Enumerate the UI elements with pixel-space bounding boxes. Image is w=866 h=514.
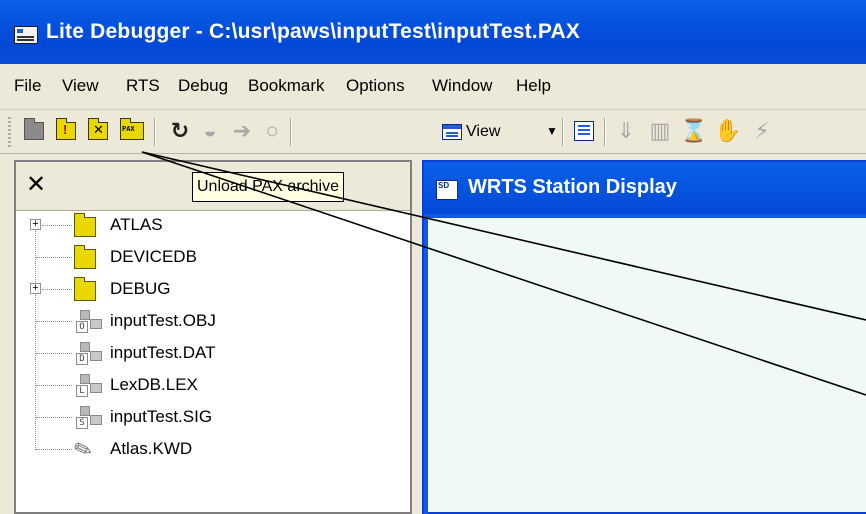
tree-item-label: DEBUG [110, 279, 171, 298]
pax-archive-button[interactable]: PAX [118, 116, 146, 146]
tree-item-atlas-kwd[interactable]: ✎ Atlas.KWD [16, 434, 410, 464]
tree-item-label: inputTest.DAT [110, 343, 216, 362]
tree-item-inputtest-sig[interactable]: S inputTest.SIG [16, 402, 410, 432]
menu-bar: File View RTS Debug Bookmark Options Win… [0, 64, 866, 110]
hourglass-button[interactable]: ⌛ [680, 116, 708, 146]
tree-item-label: ATLAS [110, 215, 163, 234]
lexicon-file-icon: L [74, 373, 102, 397]
view-dropdown-label: View [466, 123, 501, 140]
folder-x-icon: ✕ [88, 118, 108, 140]
station-display-icon [436, 180, 458, 200]
folder-icon [24, 118, 44, 140]
close-icon[interactable]: ✕ [26, 170, 46, 199]
sort-down-icon: ⇓ [616, 118, 636, 143]
hand-icon: ✋ [714, 118, 742, 143]
toolbar-separator [290, 118, 291, 146]
bell-icon: ◒ [203, 118, 217, 143]
data-file-icon: D [74, 341, 102, 365]
list-icon [574, 121, 594, 141]
folder-icon [74, 245, 96, 269]
sort-columns-button[interactable]: ▥ [646, 116, 674, 146]
reload-icon: ↻ [170, 118, 190, 143]
menu-bookmark[interactable]: Bookmark [248, 76, 325, 96]
tree-item-inputtest-obj[interactable]: O inputTest.OBJ [16, 306, 410, 336]
toolbar-grip[interactable] [8, 117, 11, 147]
menu-rts[interactable]: RTS [126, 76, 160, 96]
expand-icon[interactable]: + [30, 283, 41, 294]
run-button[interactable]: ◒ [196, 116, 224, 146]
object-file-icon: O [74, 309, 102, 333]
menu-view[interactable]: View [62, 76, 99, 96]
lightning-icon: ⚡ [754, 118, 770, 143]
step-arrow-icon: ➔ [232, 118, 252, 143]
open-archive-button[interactable] [20, 116, 48, 146]
chevron-down-icon[interactable]: ▼ [546, 124, 558, 138]
view-dropdown-button[interactable]: View [442, 118, 500, 146]
app-icon [14, 26, 38, 44]
expand-icon[interactable]: + [30, 219, 41, 230]
menu-debug[interactable]: Debug [178, 76, 228, 96]
step-button[interactable]: ➔ [228, 116, 256, 146]
toolbar-separator [562, 118, 563, 146]
window-border [424, 218, 428, 514]
toolbar: ! ✕ PAX ↻ ◒ ➔ ○ View ▼ ⇓ ▥ ⌛ ✋ ⚡ [0, 110, 866, 154]
restart-icon: ○ [265, 118, 279, 143]
menu-options[interactable]: Options [346, 76, 405, 96]
window-title: Lite Debugger - C:\usr\paws\inputTest\in… [46, 20, 581, 43]
sort-down-button[interactable]: ⇓ [612, 116, 640, 146]
signal-file-icon: S [74, 405, 102, 429]
menu-window[interactable]: Window [432, 76, 492, 96]
project-tree-pane: ✕ Unload PAX archive + ATLAS DEVICEDB + … [14, 160, 412, 514]
folder-info-icon: ! [56, 118, 76, 140]
columns-icon: ▥ [649, 118, 671, 143]
tree-item-label: inputTest.SIG [110, 407, 213, 426]
tree-item-lexdb-lex[interactable]: L LexDB.LEX [16, 370, 410, 400]
tree-item-inputtest-dat[interactable]: D inputTest.DAT [16, 338, 410, 368]
menu-help[interactable]: Help [516, 76, 551, 96]
station-display-title: WRTS Station Display [468, 176, 677, 198]
tree-pane-header: ✕ Unload PAX archive [16, 162, 410, 211]
brush-icon: ✎ [70, 434, 96, 465]
tree-item-label: LexDB.LEX [110, 375, 198, 394]
hand-button[interactable]: ✋ [714, 116, 742, 146]
tree-item-debug[interactable]: + DEBUG [16, 274, 410, 304]
pax-icon: PAX [120, 118, 144, 140]
toolbar-separator [604, 118, 605, 146]
window-icon [442, 124, 462, 140]
station-display-window[interactable]: WRTS Station Display [422, 160, 866, 514]
lightning-button[interactable]: ⚡ [748, 116, 776, 146]
hourglass-icon: ⌛ [680, 118, 708, 143]
tree-item-devicedb[interactable]: DEVICEDB [16, 242, 410, 272]
folder-icon [74, 277, 96, 301]
tree-item-label: inputTest.OBJ [110, 311, 216, 330]
tree-item-label: DEVICEDB [110, 247, 197, 266]
tree-item-atlas[interactable]: + ATLAS [16, 210, 410, 240]
file-tree: + ATLAS DEVICEDB + DEBUG O inputTest.OBJ… [16, 210, 410, 510]
list-view-button[interactable] [570, 116, 598, 146]
unload-archive-button[interactable]: ✕ [84, 116, 112, 146]
load-archive-button[interactable]: ! [52, 116, 80, 146]
restart-button[interactable]: ○ [258, 116, 286, 146]
station-display-title-bar[interactable]: WRTS Station Display [424, 162, 866, 218]
tree-item-label: Atlas.KWD [110, 439, 193, 458]
folder-icon [74, 213, 96, 237]
tooltip: Unload PAX archive [192, 172, 344, 202]
toolbar-separator [154, 118, 155, 146]
reload-button[interactable]: ↻ [166, 116, 194, 146]
menu-file[interactable]: File [14, 76, 41, 96]
window-title-bar[interactable]: Lite Debugger - C:\usr\paws\inputTest\in… [0, 0, 866, 64]
